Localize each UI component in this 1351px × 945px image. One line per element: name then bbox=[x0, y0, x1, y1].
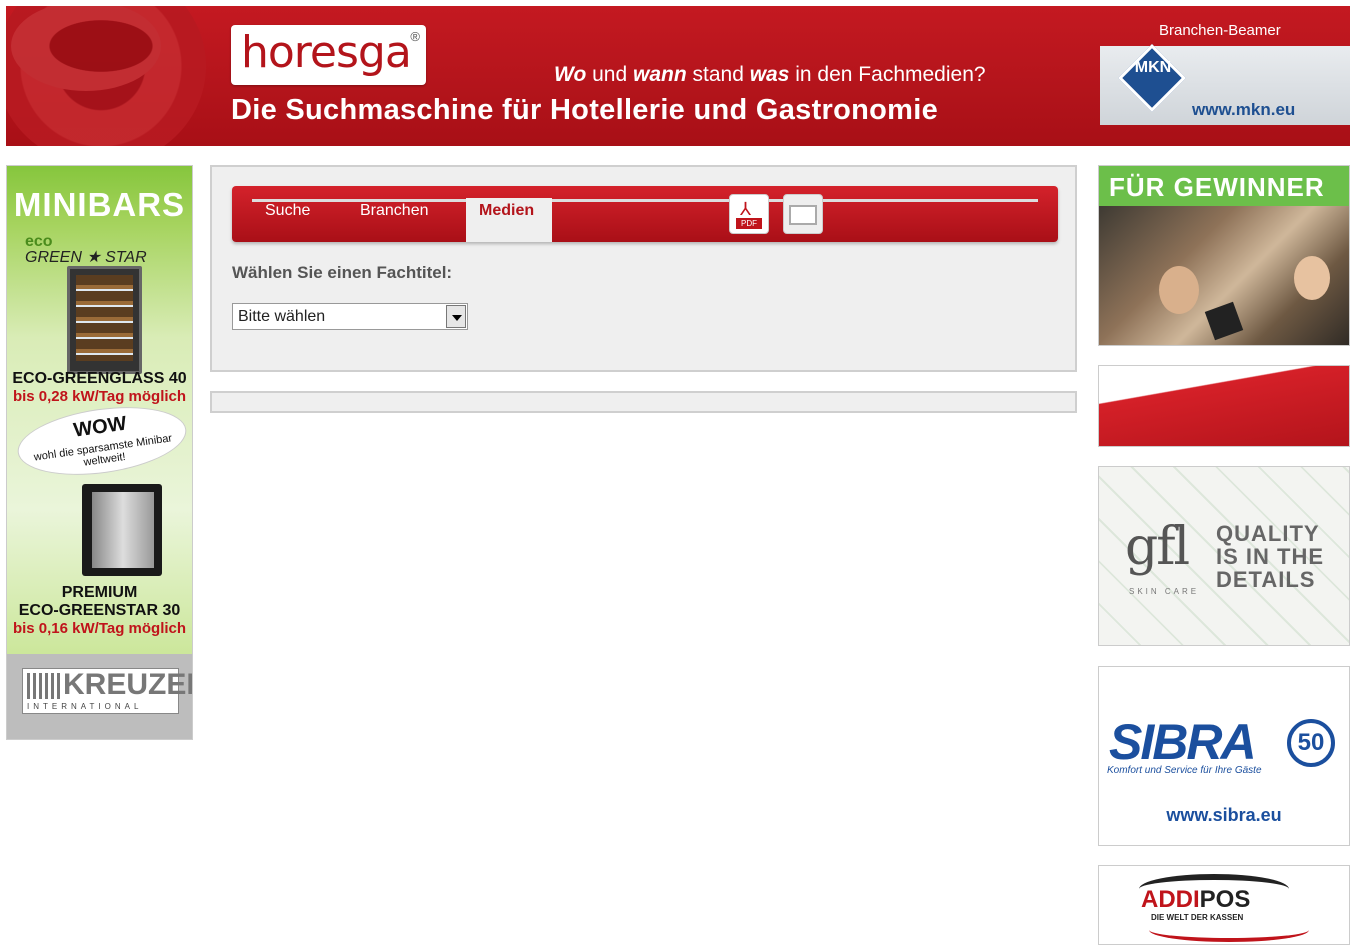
kreuzer-international: INTERNATIONAL bbox=[27, 702, 143, 711]
sibra-logo: SIBRA bbox=[1109, 714, 1257, 770]
waitress-figure bbox=[1294, 256, 1330, 300]
header-banner: horesga ® Wo und wann stand was in den F… bbox=[6, 6, 1350, 146]
kreuzer-area: KREUZER INTERNATIONAL bbox=[7, 654, 192, 739]
mkn-ad-banner[interactable]: MKN www.mkn.eu bbox=[1100, 44, 1350, 125]
sibra-ad[interactable]: SIBRA 50 Komfort und Service für Ihre Gä… bbox=[1098, 666, 1350, 846]
logo-text: horesga bbox=[241, 27, 412, 78]
addipos-logo-black: POS bbox=[1199, 886, 1251, 913]
payment-terminal-figure bbox=[1204, 301, 1244, 341]
greenstar-label: GREEN ★ STAR bbox=[25, 249, 147, 266]
kreuzer-logo: KREUZER INTERNATIONAL bbox=[22, 668, 192, 714]
addipos-curve-icon bbox=[1149, 918, 1309, 942]
gewinner-ad[interactable]: FÜR GEWINNER bbox=[1098, 165, 1350, 346]
mkn-url: www.mkn.eu bbox=[1192, 100, 1296, 119]
mail-icon[interactable] bbox=[783, 194, 823, 234]
product2-line1: PREMIUM bbox=[61, 584, 138, 601]
product2-note: bis 0,16 kW/Tag möglich bbox=[12, 620, 187, 637]
tagline-text-3: in den Fachmedien? bbox=[789, 63, 986, 86]
pdf-icon[interactable]: ⅄ PDF bbox=[729, 194, 769, 234]
minibars-title: MINIBARS bbox=[13, 186, 186, 223]
product2-line2: ECO-GREENSTAR 30 bbox=[18, 602, 181, 619]
pdf-label: PDF bbox=[736, 218, 762, 229]
page-subtitle: Die Suchmaschine für Hotellerie und Gast… bbox=[231, 94, 939, 126]
gfl-slogan: QUALITY IS IN THE DETAILS bbox=[1216, 521, 1325, 592]
search-panel: Suche Branchen Medien ⅄ PDF Wählen Sie e… bbox=[210, 165, 1077, 372]
wow-bubble: WOW wohl die sparsamste Minibar weltweit… bbox=[13, 397, 191, 485]
product2-info: PREMIUM ECO-GREENSTAR 30 bis 0,16 kW/Tag… bbox=[7, 584, 192, 638]
red-ad-banner[interactable] bbox=[1098, 365, 1350, 447]
tagline-word-wann: wann bbox=[633, 63, 687, 86]
sibra-slogan: Komfort und Service für Ihre Gäste bbox=[1107, 765, 1262, 776]
results-panel bbox=[210, 391, 1077, 413]
restaurant-photo bbox=[1099, 206, 1349, 345]
addipos-logo: ADDIPOS bbox=[1141, 886, 1250, 914]
sibra-url: www.sibra.eu bbox=[1166, 805, 1282, 825]
gewinner-text: FÜR GEWINNER bbox=[1109, 172, 1325, 202]
gfl-ad[interactable]: gfl SKIN CARE QUALITY IS IN THE DETAILS bbox=[1098, 466, 1350, 646]
addipos-logo-red: ADDI bbox=[1141, 886, 1200, 913]
gfl-skin-care: SKIN CARE bbox=[1129, 587, 1200, 596]
addipos-ad[interactable]: ADDIPOS DIE WELT DER KASSEN bbox=[1098, 865, 1350, 945]
tagline-word-wo: Wo bbox=[554, 63, 587, 86]
tab-medien[interactable]: Medien bbox=[479, 202, 534, 220]
pdf-symbol-icon: ⅄ bbox=[740, 199, 751, 219]
fachtitel-label: Wählen Sie einen Fachtitel: bbox=[232, 263, 453, 282]
glass-minibar-image bbox=[67, 266, 142, 374]
sibra-50-badge: 50 bbox=[1287, 719, 1335, 767]
tab-branchen[interactable]: Branchen bbox=[360, 202, 429, 220]
product1-info: ECO-GREENGLASS 40 bis 0,28 kW/Tag möglic… bbox=[7, 370, 192, 406]
eye-graphic bbox=[6, 6, 206, 146]
eco-label: eco bbox=[25, 233, 53, 250]
logo-registered-mark: ® bbox=[410, 29, 420, 44]
kreuzer-stripes-icon bbox=[27, 673, 61, 699]
branchen-beamer-label: Branchen-Beamer bbox=[1159, 22, 1281, 39]
eye-pupil-graphic bbox=[11, 6, 161, 91]
greenstar-brand: eco GREEN ★ STAR bbox=[25, 234, 147, 266]
minibars-ad[interactable]: MINIBARS eco GREEN ★ STAR ECO-GREENGLASS… bbox=[6, 165, 193, 740]
horesga-logo[interactable]: horesga ® bbox=[231, 25, 426, 85]
guest-figure bbox=[1159, 266, 1199, 314]
product1-name: ECO-GREENGLASS 40 bbox=[12, 370, 187, 387]
gewinner-band: FÜR GEWINNER bbox=[1099, 166, 1349, 206]
fachtitel-select[interactable]: Bitte wählen bbox=[232, 303, 468, 330]
envelope-icon bbox=[789, 205, 817, 225]
tagline-word-was: was bbox=[749, 63, 790, 86]
product1-note: bis 0,28 kW/Tag möglich bbox=[12, 388, 187, 405]
tab-navigation: Suche Branchen Medien ⅄ PDF bbox=[232, 186, 1058, 242]
tab-suche[interactable]: Suche bbox=[265, 202, 310, 220]
fachtitel-select-value: Bitte wählen bbox=[238, 308, 326, 325]
gfl-logo: gfl bbox=[1125, 517, 1190, 577]
kreuzer-name: KREUZER bbox=[63, 668, 192, 701]
tagline: Wo und wann stand was in den Fachmedien? bbox=[554, 63, 986, 87]
tagline-text-1: und bbox=[586, 63, 633, 86]
tagline-text-2: stand bbox=[686, 63, 750, 86]
chevron-down-icon[interactable] bbox=[446, 305, 466, 328]
mkn-logo-text: MKN bbox=[1134, 59, 1172, 76]
premium-minibar-image bbox=[82, 484, 162, 576]
